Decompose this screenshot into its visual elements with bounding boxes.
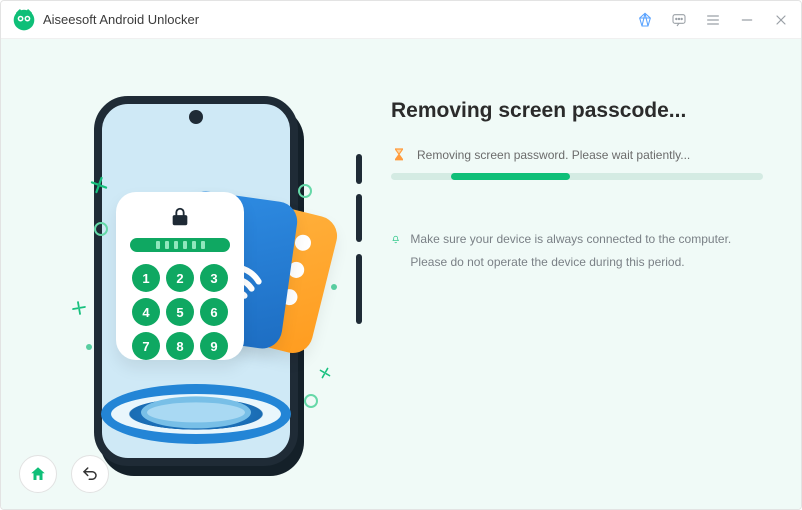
minimize-icon[interactable]: [739, 12, 755, 28]
app-logo-icon: [13, 9, 35, 31]
lock-icon: [169, 206, 191, 228]
illustration-pane: 123 456 789: [1, 39, 391, 509]
app-title: Aiseesoft Android Unlocker: [43, 12, 637, 27]
home-button[interactable]: [19, 455, 57, 493]
progress-bar-fill: [451, 173, 570, 180]
hint-text: Make sure your device is always connecte…: [410, 228, 763, 274]
progress-pane: Removing screen passcode... Removing scr…: [391, 39, 801, 509]
close-icon[interactable]: [773, 12, 789, 28]
menu-icon[interactable]: [705, 12, 721, 28]
titlebar-actions: [637, 12, 789, 28]
phone-illustration: 123 456 789: [46, 84, 346, 464]
upgrade-icon[interactable]: [637, 12, 653, 28]
content-area: 123 456 789 Removing screen passcode... …: [1, 39, 801, 509]
progress-bar: [391, 173, 763, 180]
status-text: Removing screen password. Please wait pa…: [417, 148, 690, 162]
pedestal-graphic: [101, 384, 291, 444]
titlebar: Aiseesoft Android Unlocker: [1, 1, 801, 39]
bell-icon: [391, 231, 400, 247]
pin-card-icon: 123 456 789: [116, 192, 244, 360]
page-heading: Removing screen passcode...: [391, 99, 763, 123]
bottom-nav: [19, 455, 109, 493]
app-window: Aiseesoft Android Unlocker: [0, 0, 802, 510]
feedback-icon[interactable]: [671, 12, 687, 28]
hint-row: Make sure your device is always connecte…: [391, 228, 763, 274]
back-button[interactable]: [71, 455, 109, 493]
status-row: Removing screen password. Please wait pa…: [391, 147, 763, 163]
hourglass-icon: [391, 147, 407, 163]
